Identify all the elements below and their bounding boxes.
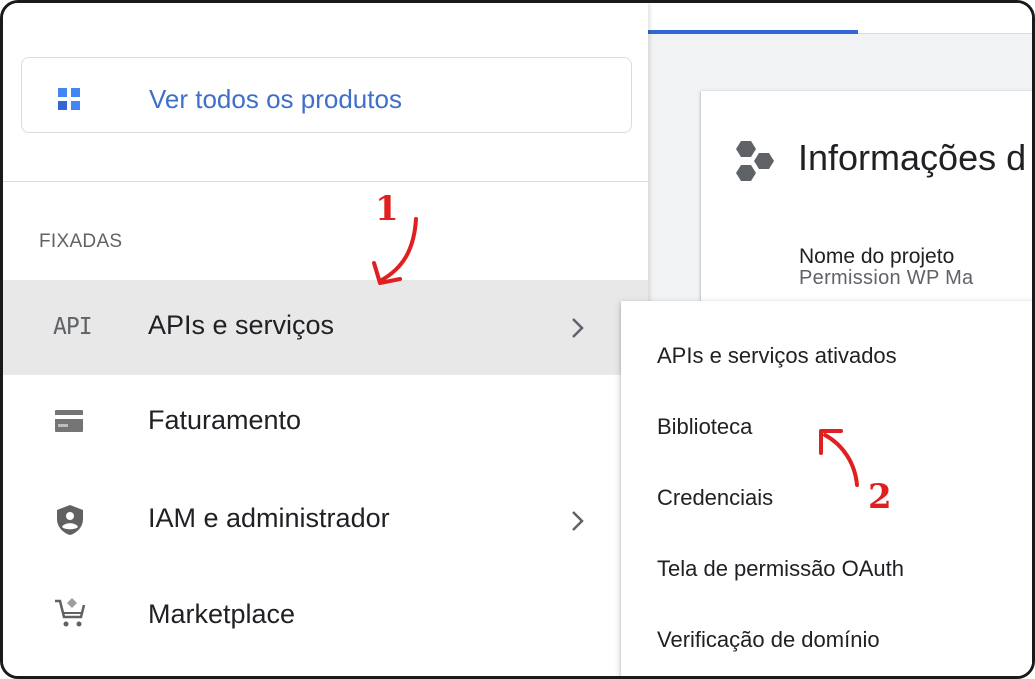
api-icon: API — [53, 314, 93, 340]
nav-item-apis-services[interactable]: API APIs e serviços — [3, 280, 648, 375]
shield-icon — [57, 505, 83, 535]
view-all-products-button[interactable]: Ver todos os produtos — [21, 57, 632, 133]
billing-icon — [55, 410, 83, 432]
cart-icon — [55, 598, 86, 627]
submenu-item-library[interactable]: Biblioteca — [657, 414, 752, 440]
nav-item-marketplace[interactable]: Marketplace — [3, 569, 648, 664]
nav-item-label: APIs e serviços — [148, 310, 335, 340]
chevron-right-icon — [572, 511, 584, 531]
card-title: Informações d — [798, 137, 1027, 178]
grid-icon — [58, 88, 80, 110]
annotation-arrow-1 — [372, 217, 418, 285]
view-all-products-label: Ver todos os produtos — [149, 84, 402, 114]
project-info-icon — [736, 141, 774, 181]
nav-item-billing[interactable]: Faturamento — [3, 375, 648, 470]
nav-item-iam-admin[interactable]: IAM e administrador — [3, 473, 648, 568]
nav-item-label: IAM e administrador — [148, 503, 390, 533]
navigation-menu: Ver todos os produtos FIXADAS API APIs e… — [3, 3, 648, 676]
project-name-value: Permission WP Ma — [799, 267, 974, 289]
screenshot-frame: Informações d Nome do projeto Permission… — [0, 0, 1035, 679]
annotation-arrow-2 — [819, 429, 859, 487]
active-tab-indicator — [648, 30, 858, 34]
submenu-item-domain-verification[interactable]: Verificação de domínio — [657, 627, 880, 653]
submenu-item-credentials[interactable]: Credenciais — [657, 485, 773, 511]
submenu-item-enabled-apis[interactable]: APIs e serviços ativados — [657, 343, 897, 369]
divider — [3, 181, 648, 182]
submenu-item-oauth-consent[interactable]: Tela de permissão OAuth — [657, 556, 904, 582]
nav-item-label: Marketplace — [148, 599, 296, 629]
nav-item-label: Faturamento — [148, 405, 302, 435]
pinned-section-label: FIXADAS — [39, 231, 123, 252]
chevron-right-icon — [572, 318, 584, 338]
project-name-label: Nome do projeto — [799, 245, 955, 268]
